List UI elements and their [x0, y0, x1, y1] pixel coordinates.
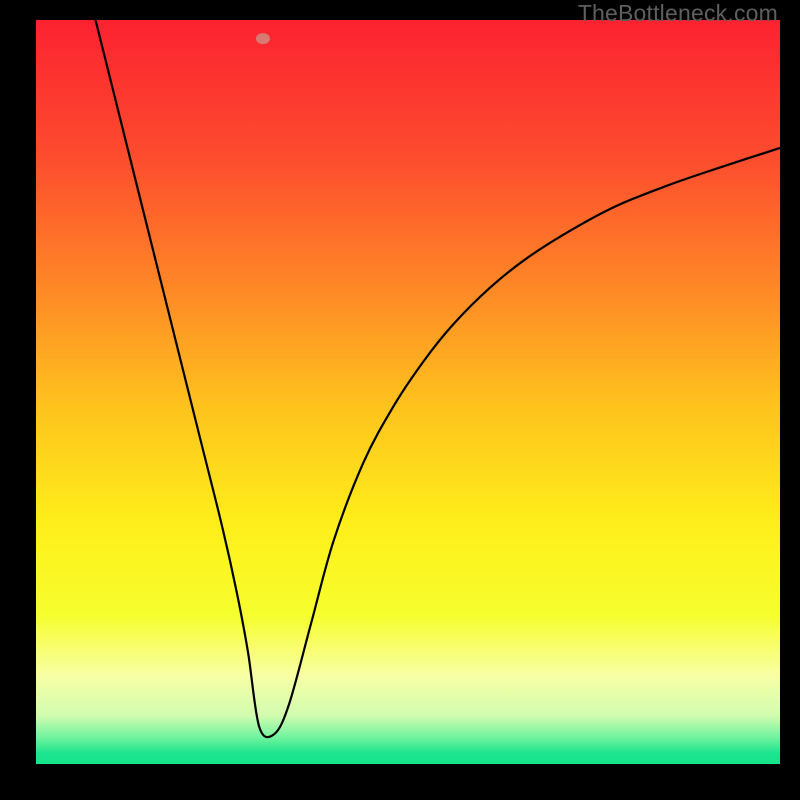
plot-frame [36, 20, 780, 764]
watermark-text: TheBottleneck.com [578, 0, 778, 27]
optimum-marker [256, 33, 270, 44]
bottleneck-curve [96, 20, 780, 737]
curve-layer [36, 20, 780, 764]
